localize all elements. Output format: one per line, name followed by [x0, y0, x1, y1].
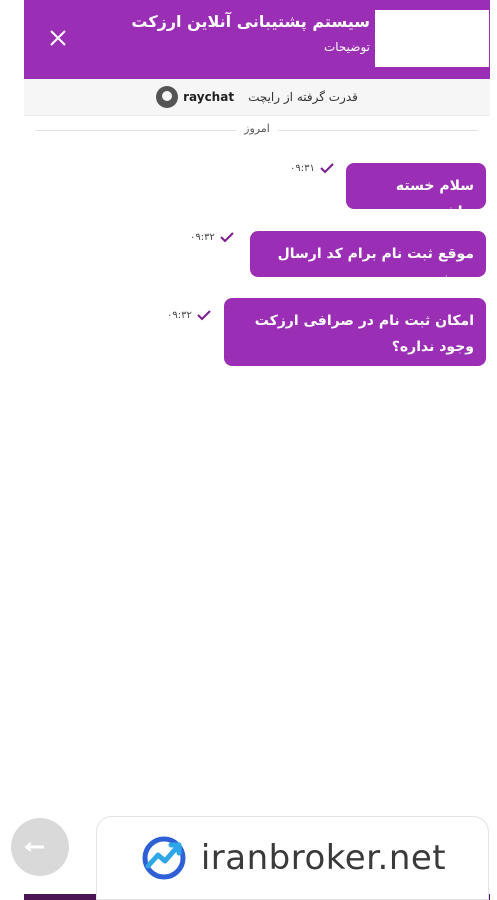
message-meta: ۰۹:۳۲: [167, 309, 211, 321]
raychat-logo-icon: [156, 86, 179, 108]
arrow-icon: [25, 842, 44, 852]
chat-window: سیستم پشتیبانی آنلاین ارزکت توضیحات rayc…: [24, 0, 490, 900]
scroll-button[interactable]: [11, 818, 69, 876]
operator-avatar: [375, 10, 489, 67]
message-time: ۰۹:۳۲: [190, 231, 215, 243]
close-icon: [50, 30, 66, 46]
powered-by-text: قدرت گرفته از رایچت: [248, 90, 358, 104]
watermark-text: iranbroker.net: [200, 838, 447, 878]
check-icon: [320, 163, 334, 174]
iranbroker-logo-icon: [142, 836, 186, 880]
check-icon: [197, 310, 211, 321]
chat-title: سیستم پشتیبانی آنلاین ارزکت: [131, 12, 370, 31]
message-time: ۰۹:۳۲: [167, 309, 192, 321]
chat-header: سیستم پشتیبانی آنلاین ارزکت توضیحات: [24, 0, 490, 79]
message-bubble: موقع ثبت نام برام کد ارسال نمیشه: [250, 231, 486, 288]
date-separator: امروز: [36, 122, 478, 138]
message-text: سلام خسته نباشید: [395, 178, 474, 220]
raychat-brand-link[interactable]: raychat: [156, 86, 234, 108]
check-icon: [220, 232, 234, 243]
close-button[interactable]: [42, 22, 74, 54]
message-meta: ۰۹:۳۱: [290, 162, 334, 174]
powered-by-bar: raychat قدرت گرفته از رایچت: [24, 79, 490, 116]
message-text: موقع ثبت نام برام کد ارسال نمیشه: [277, 246, 474, 288]
chat-subtitle: توضیحات: [323, 40, 370, 54]
message-bubble: سلام خسته نباشید: [346, 163, 486, 220]
raychat-brand-name: raychat: [183, 90, 235, 104]
date-separator-label: امروز: [236, 122, 278, 135]
message-time: ۰۹:۳۱: [290, 162, 315, 174]
watermark: iranbroker.net: [96, 816, 489, 900]
message-bubble: امکان ثبت نام در صرافی ارزکت وجود نداره؟: [224, 298, 486, 366]
message-meta: ۰۹:۳۲: [190, 231, 234, 243]
message-text: امکان ثبت نام در صرافی ارزکت وجود نداره؟: [254, 313, 474, 355]
